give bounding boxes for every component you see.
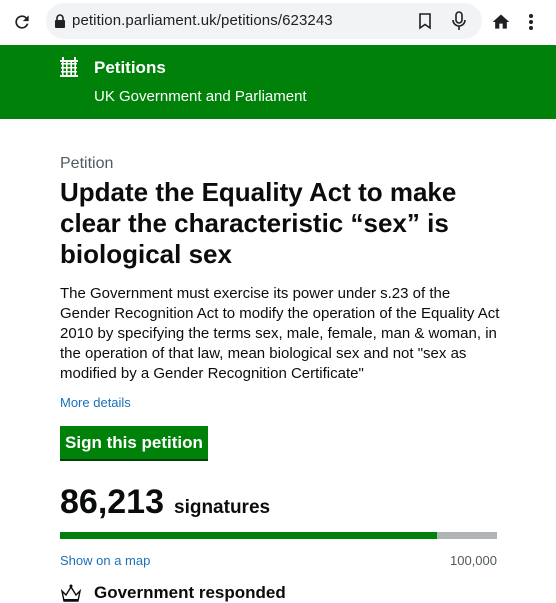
site-header: Petitions UK Government and Parliament — [0, 45, 556, 119]
signature-progress-bar — [60, 532, 497, 539]
bookmark-icon[interactable] — [416, 12, 434, 30]
portcullis-icon — [60, 57, 78, 77]
url-text[interactable]: petition.parliament.uk/petitions/623243 — [72, 12, 333, 29]
mic-icon[interactable] — [450, 11, 468, 31]
progress-footer: Show on a map 100,000 — [60, 553, 497, 568]
more-vert-icon[interactable] — [526, 12, 536, 32]
address-bar[interactable]: petition.parliament.uk/petitions/623243 — [46, 3, 482, 39]
show-on-map-link[interactable]: Show on a map — [60, 553, 150, 568]
signature-count-row: 86,213 signatures — [60, 483, 500, 522]
crown-icon — [60, 584, 82, 602]
signature-count: 86,213 — [60, 483, 164, 521]
sign-petition-button[interactable]: Sign this petition — [60, 426, 208, 461]
site-title[interactable]: Petitions — [94, 58, 166, 78]
home-icon[interactable] — [491, 12, 511, 32]
reload-icon[interactable] — [12, 12, 32, 32]
more-details-link[interactable]: More details — [60, 395, 131, 410]
response-status: Government responded — [94, 583, 286, 602]
browser-toolbar: petition.parliament.uk/petitions/623243 — [0, 0, 556, 44]
page-caption: Petition — [60, 155, 114, 172]
signatures-label: signatures — [174, 497, 271, 518]
signature-goal: 100,000 — [450, 553, 497, 568]
petition-title: Update the Equality Act to make clear th… — [60, 177, 457, 269]
lock-icon[interactable] — [54, 14, 66, 28]
government-responded-heading: Government responded — [60, 583, 286, 603]
site-subtitle[interactable]: UK Government and Parliament — [94, 88, 307, 105]
petition-description: The Government must exercise its power u… — [60, 285, 500, 382]
signature-progress-fill — [60, 532, 437, 539]
petition-main: Petition Update the Equality Act to make… — [60, 155, 500, 568]
